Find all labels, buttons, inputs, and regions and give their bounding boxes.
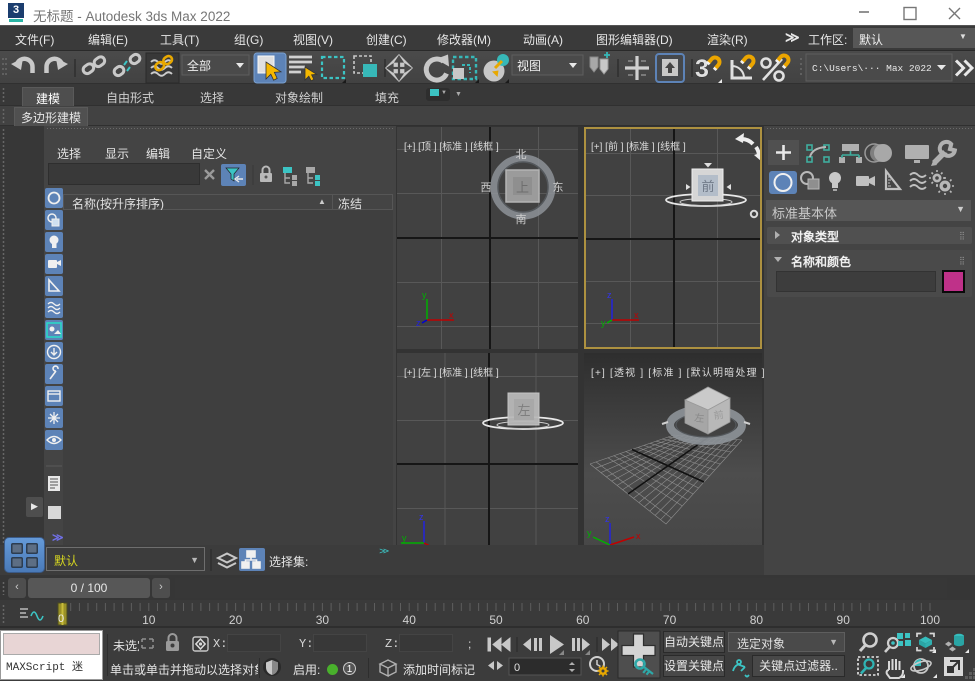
svg-text:60: 60 (576, 613, 590, 627)
svg-text:70: 70 (663, 613, 677, 627)
svg-text:西: 西 (481, 182, 492, 194)
svg-text:90: 90 (837, 613, 851, 627)
svg-text:40: 40 (403, 613, 417, 627)
svg-text:10: 10 (142, 613, 156, 627)
svg-text:上: 上 (516, 180, 529, 195)
svg-text:左: 左 (517, 403, 530, 418)
svg-text:x: x (449, 310, 454, 320)
svg-text:y: y (422, 290, 427, 300)
svg-text:y: y (402, 533, 407, 543)
svg-text:0: 0 (514, 662, 520, 674)
svg-text:80: 80 (750, 613, 764, 627)
svg-text:z: z (416, 318, 421, 328)
svg-text:z: z (605, 514, 610, 524)
svg-text:y: y (587, 528, 592, 538)
svg-text:30: 30 (316, 613, 330, 627)
svg-text:100: 100 (920, 613, 940, 627)
svg-text:东: 东 (553, 181, 564, 194)
svg-text:x: x (636, 531, 641, 541)
svg-text:3: 3 (695, 55, 709, 83)
svg-text:南: 南 (516, 213, 527, 226)
svg-text:视图: 视图 (517, 58, 541, 73)
svg-text:前: 前 (713, 408, 724, 422)
svg-text:z: z (419, 512, 424, 522)
svg-text:全部: 全部 (187, 58, 211, 73)
svg-text:左: 左 (694, 411, 705, 425)
svg-text:20: 20 (229, 613, 243, 627)
svg-text:北: 北 (516, 148, 527, 161)
svg-text:50: 50 (489, 613, 503, 627)
svg-text:C:\Users\··· Max 2022: C:\Users\··· Max 2022 (812, 63, 932, 74)
